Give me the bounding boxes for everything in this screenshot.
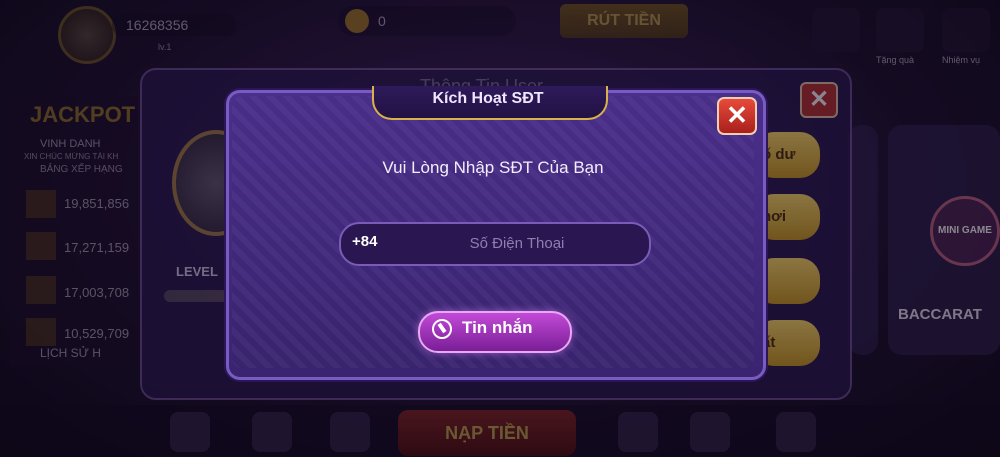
sms-button-label: Tin nhắn (462, 318, 533, 337)
close-button[interactable]: ✕ (717, 97, 757, 135)
modal-title: Kích Hoạt SĐT (432, 90, 544, 107)
country-code: +84 (352, 233, 378, 250)
phone-input[interactable] (390, 226, 644, 260)
phone-prompt: Vui Lòng Nhập SĐT Của Bạn (382, 158, 604, 177)
phone-icon (432, 319, 452, 339)
